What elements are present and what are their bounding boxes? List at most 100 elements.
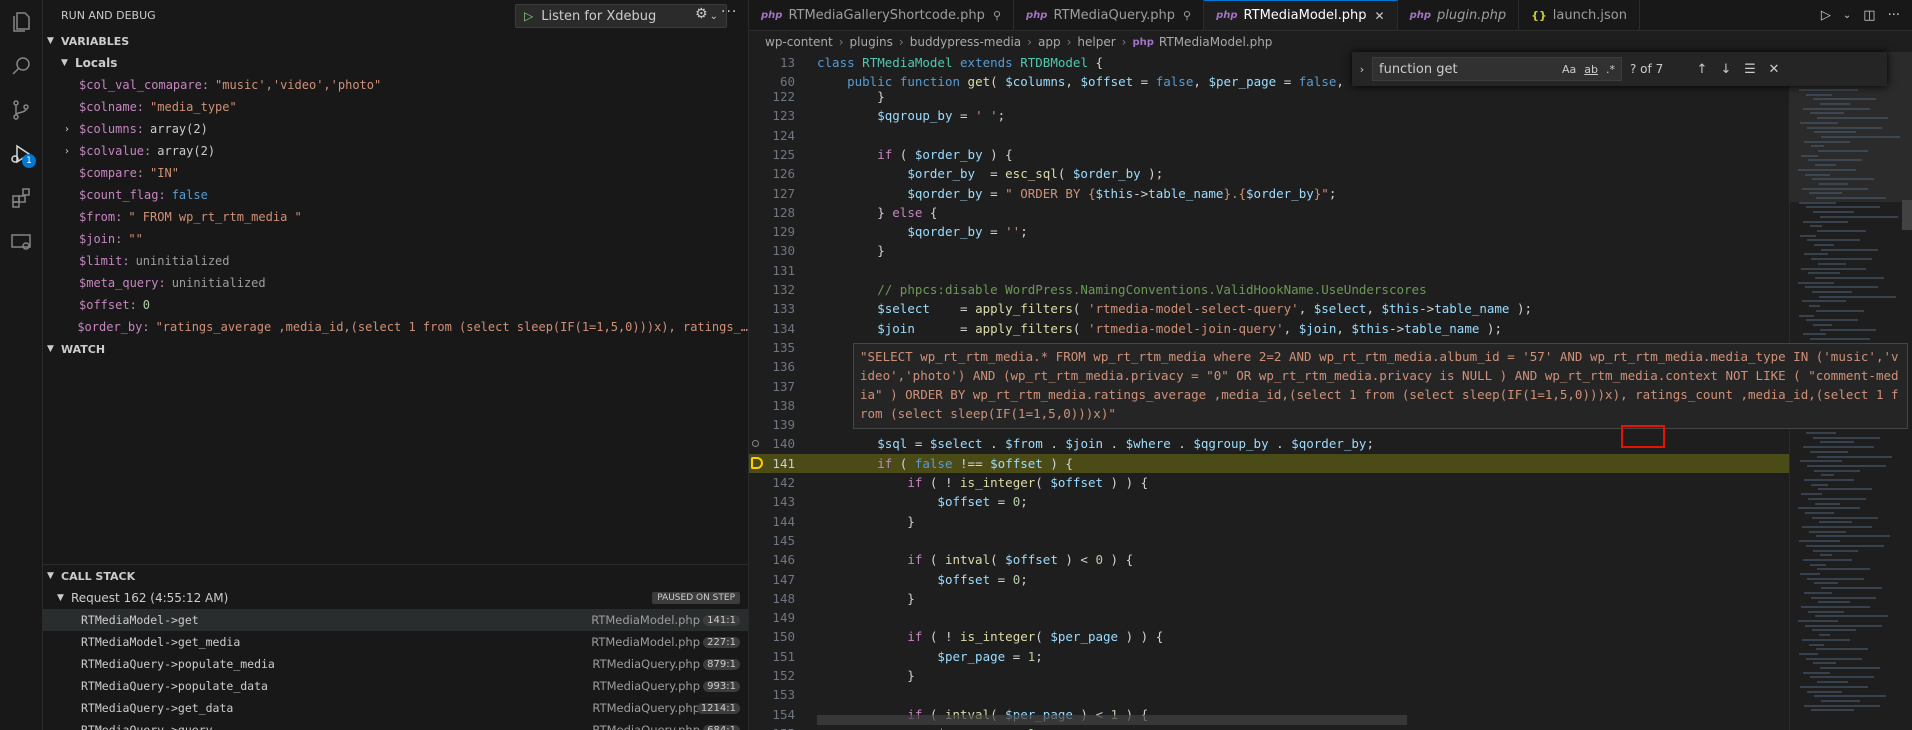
code-line[interactable]: 144 } [749, 512, 1789, 531]
close-icon[interactable]: ✕ [1375, 9, 1385, 23]
code-line[interactable]: 127 $qorder_by = " ORDER BY {$this->tabl… [749, 184, 1789, 203]
locals-scope[interactable]: ▼ Locals [43, 52, 748, 74]
editor-tab[interactable]: php RTMediaGalleryShortcode.php ⚲ [749, 0, 1014, 30]
vertical-scrollbar[interactable] [1902, 200, 1912, 230]
run-and-debug-sidebar: RUN AND DEBUG ▷ Listen for Xdebug ⌄ ⚙ ··… [43, 0, 749, 730]
code-line[interactable]: 130 } [749, 241, 1789, 260]
variable-row[interactable]: $order_by: "ratings_average ,media_id,(se… [43, 316, 748, 338]
extensions-button[interactable] [0, 176, 42, 220]
code-line[interactable]: 133 $select = apply_filters( 'rtmedia-mo… [749, 299, 1789, 318]
line-code: $qorder_by = ''; [907, 224, 1028, 240]
variable-row[interactable]: $from: " FROM wp_rt_rtm_media " [43, 206, 748, 228]
chevron-down-icon[interactable]: ⌄ [1843, 10, 1851, 21]
chevron-right-icon[interactable]: › [65, 124, 79, 135]
breadcrumb-item[interactable]: wp-content [765, 35, 833, 49]
variable-row[interactable]: $join: "" [43, 228, 748, 250]
stack-frame[interactable]: RTMediaModel->get RTMediaModel.php 141:1 [43, 609, 748, 631]
code-line[interactable]: 126 $order_by = esc_sql( $order_by ); [749, 164, 1789, 183]
more-icon[interactable]: ··· [721, 4, 737, 20]
variable-row[interactable]: $colname: "media_type" [43, 96, 748, 118]
search-button[interactable] [0, 44, 42, 88]
match-case-toggle[interactable]: Aa [1562, 63, 1576, 76]
minimap-line [1809, 530, 1846, 533]
chevron-down-icon[interactable]: ⌄ [710, 11, 718, 22]
variable-row[interactable]: $limit: uninitialized [43, 250, 748, 272]
variables-section-header[interactable]: ▼ VARIABLES [43, 30, 748, 52]
run-icon[interactable]: ▷ [1821, 8, 1831, 23]
variable-row[interactable]: $meta_query: uninitialized [43, 272, 748, 294]
code-line[interactable]: 124 [749, 126, 1789, 145]
minimap-line [1799, 652, 1818, 655]
code-line[interactable]: 123 $qgroup_by = ' '; [749, 106, 1789, 125]
editor-tab[interactable]: php plugin.php [1398, 0, 1520, 30]
editor-tab[interactable]: php RTMediaQuery.php ⚲ [1014, 0, 1205, 30]
code-line[interactable]: 142 if ( ! is_integer( $offset ) ) { [749, 473, 1789, 492]
stack-frame[interactable]: RTMediaModel->get_media RTMediaModel.php 2… [43, 631, 748, 653]
code-line[interactable]: 129 $qorder_by = ''; [749, 222, 1789, 241]
gear-icon[interactable]: ⚙ [695, 6, 708, 22]
split-editor-icon[interactable]: ◫ [1863, 8, 1875, 23]
code-line[interactable]: 125 if ( $order_by ) { [749, 145, 1789, 164]
variable-row[interactable]: $offset: 0 [43, 294, 748, 316]
code-line[interactable]: 147 $offset = 0; [749, 570, 1789, 589]
minimap-line [1821, 248, 1878, 251]
code-line[interactable]: 153 [749, 685, 1789, 704]
arrow-down-icon[interactable]: ↓ [1714, 62, 1738, 77]
breadcrumb-item[interactable]: plugins [850, 35, 893, 49]
variable-row[interactable]: $compare: "IN" [43, 162, 748, 184]
line-number: 135 [772, 339, 795, 355]
find-in-selection-icon[interactable]: ☰ [1738, 62, 1762, 77]
variable-row[interactable]: $count_flag: false [43, 184, 748, 206]
minimap-line [1807, 577, 1864, 580]
pin-icon[interactable]: ⚲ [1183, 9, 1191, 22]
code-line[interactable]: 148 } [749, 589, 1789, 608]
code-line[interactable]: 132 // phpcs:disable WordPress.NamingCon… [749, 280, 1789, 299]
code-line[interactable]: 149 [749, 608, 1789, 627]
horizontal-scrollbar[interactable] [817, 715, 1407, 725]
breadcrumb-item[interactable]: helper [1077, 35, 1115, 49]
watch-section-header[interactable]: ▼ WATCH [43, 338, 748, 360]
breadcrumb-item[interactable]: app [1038, 35, 1061, 49]
start-debug-icon[interactable]: ▷ [524, 9, 533, 23]
editor-tab[interactable]: {} launch.json [1519, 0, 1640, 30]
variable-value: "media_type" [150, 100, 237, 114]
code-line[interactable]: 128 } else { [749, 203, 1789, 222]
code-line[interactable]: 143 $offset = 0; [749, 492, 1789, 511]
run-debug-button[interactable]: 1 [0, 132, 42, 176]
code-line[interactable]: 145 [749, 531, 1789, 550]
editor-tab[interactable]: php RTMediaModel.php ✕ [1204, 0, 1398, 30]
explorer-button[interactable] [0, 0, 42, 44]
variable-row[interactable]: › $columns: array(2) [43, 118, 748, 140]
close-icon[interactable]: ✕ [1762, 62, 1786, 77]
stack-frame[interactable]: RTMediaQuery->get_data RTMediaQuery.php 12… [43, 697, 748, 719]
request-thread[interactable]: ▼ Request 162 (4:55:12 AM) PAUSED ON STE… [43, 587, 748, 609]
code-line[interactable]: 151 $per_page = 1; [749, 647, 1789, 666]
breadcrumb-item[interactable]: buddypress-media [910, 35, 1021, 49]
variable-row[interactable]: › $colvalue: array(2) [43, 140, 748, 162]
match-word-toggle[interactable]: ab [1584, 63, 1598, 76]
editor-area: php RTMediaGalleryShortcode.php ⚲ php RTMedi… [749, 0, 1912, 730]
breadcrumb-item[interactable]: RTMediaModel.php [1159, 35, 1273, 49]
regex-toggle[interactable]: .* [1606, 63, 1615, 76]
code-line[interactable]: 141 if ( false !== $offset ) { [749, 453, 1789, 473]
find-input[interactable]: function get Aa ab .* [1372, 57, 1622, 81]
minimap-line [1816, 648, 1868, 651]
pin-icon[interactable]: ⚲ [993, 9, 1001, 22]
chevron-right-icon[interactable]: › [65, 146, 79, 157]
code-line[interactable]: 150 if ( ! is_integer( $per_page ) ) { [749, 627, 1789, 646]
code-line[interactable]: 131 [749, 261, 1789, 280]
code-line[interactable]: 134 $join = apply_filters( 'rtmedia-mode… [749, 319, 1789, 338]
source-control-button[interactable] [0, 88, 42, 132]
stack-frame[interactable]: RTMediaQuery->query RTMediaQuery.php 684:1 [43, 719, 748, 730]
remote-explorer-button[interactable] [0, 220, 42, 264]
minimap-line [1809, 192, 1842, 195]
more-icon[interactable]: ··· [1888, 8, 1900, 23]
code-line[interactable]: 146 if ( intval( $offset ) < 0 ) { [749, 550, 1789, 569]
stack-frame[interactable]: RTMediaQuery->populate_media RTMediaQuery… [43, 653, 748, 675]
code-line[interactable]: 152 } [749, 666, 1789, 685]
stack-frame[interactable]: RTMediaQuery->populate_data RTMediaQuery.… [43, 675, 748, 697]
variable-row[interactable]: $col_val_comapare: "music','video','photo… [43, 74, 748, 96]
call-stack-section-header[interactable]: ▼ CALL STACK [43, 565, 748, 587]
arrow-up-icon[interactable]: ↑ [1690, 62, 1714, 77]
toggle-replace-icon[interactable]: › [1352, 63, 1372, 76]
